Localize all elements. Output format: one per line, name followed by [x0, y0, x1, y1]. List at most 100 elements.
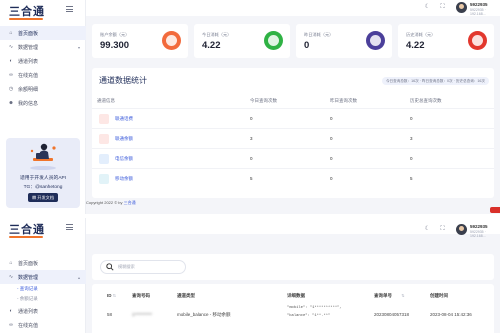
home-icon: ⌂ [9, 30, 13, 36]
docs-button-label: 开发文档 [37, 195, 55, 200]
stat-label: 历史消耗（元） [406, 32, 436, 37]
unicom-logo-icon [99, 114, 109, 124]
dashboard-screenshot: 三合通 ⌂ 首页面板 ∿ 数据管理 ▾ ◐ 通道列表 ∞ 在线充值 ◷ 余额明细… [0, 0, 500, 214]
stat-label: 昨日消耗（元） [304, 32, 334, 37]
menu-toggle-icon[interactable] [66, 224, 73, 230]
stat-label: 今日消耗（元） [202, 32, 232, 37]
logo-underline [9, 236, 43, 238]
docs-button[interactable]: ▩ 开发文档 [28, 193, 58, 202]
cell-detail-line2: "balance": "1**.**" [287, 314, 331, 318]
yesterday-count: 0 [330, 116, 333, 121]
search-bar: 模糊搜索 [92, 254, 494, 280]
link-icon: ∞ [9, 322, 13, 328]
submenu-label: 查询记录 [19, 286, 38, 291]
column-header-type[interactable]: 通道类型 [177, 293, 195, 299]
column-header-id[interactable]: ID ⇅ [107, 293, 116, 298]
logo[interactable]: 三合通 [9, 222, 45, 238]
sidebar-item-home[interactable]: ⌂ 首页面板 [0, 256, 86, 270]
yesterday-count: 0 [330, 176, 333, 181]
clock-icon: ◷ [8, 86, 14, 92]
logo-underline [9, 18, 43, 20]
stat-value: 4.22 [406, 40, 425, 51]
sidebar-item-label: 余额明细 [18, 86, 39, 93]
api-promo-card: 适用于开发人员的API TG：@sanhetong ▩ 开发文档 [6, 138, 80, 208]
search-placeholder: 模糊搜索 [118, 264, 135, 269]
sidebar-item-recharge[interactable]: ∞ 在线充值 [0, 68, 86, 82]
yesterday-count: 0 [330, 156, 333, 161]
column-header-phone[interactable]: 查询号码 [132, 293, 150, 299]
mobile-logo-icon [99, 174, 109, 184]
sidebar-item-channels[interactable]: ◐ 通道列表 [0, 304, 86, 318]
stat-card-today: 今日消耗（元） 4.22 [194, 24, 290, 58]
submenu-item-balance-records[interactable]: - 余额记录 [17, 294, 86, 304]
sidebar-menu: ⌂ 首页面板 ∿ 数据管理 ▴ - 查询记录 - 余额记录 ◐ 通道列表 ∞ 在… [0, 256, 86, 332]
promo-contact: TG：@sanhetong [23, 185, 63, 190]
stat-card-yesterday: 昨日消耗（元） 0 [296, 24, 392, 58]
coin-icon [366, 31, 385, 50]
sidebar-item-label: 数据管理 [18, 44, 39, 51]
logo[interactable]: 三合通 [9, 4, 45, 20]
sidebar-item-label: 首页面板 [18, 260, 39, 267]
sidebar-item-label: 我的信息 [18, 100, 39, 107]
channel-name[interactable]: 联通话费 [115, 116, 133, 122]
table-row: 电信余额 0 0 0 [92, 148, 494, 168]
search-input[interactable]: 模糊搜索 [100, 260, 186, 274]
sidebar-item-data[interactable]: ∿ 数据管理 ▴ [0, 270, 86, 284]
column-header: 今日查询次数 [250, 98, 277, 103]
wallet-icon [162, 31, 181, 50]
logo-text: 三合通 [9, 222, 45, 236]
sidebar-item-label: 通道列表 [18, 308, 39, 315]
table-row: 联通余额 3 0 3 [92, 128, 494, 148]
top-header: ☾ ⛶ 5922935 5922935 · 192.168... [86, 218, 500, 238]
user-name[interactable]: 5922935 [470, 224, 488, 229]
table-row: 联通话费 0 0 0 [92, 108, 494, 128]
submenu-label: 余额记录 [19, 296, 38, 301]
stat-value: 4.22 [202, 40, 221, 51]
sidebar-item-data[interactable]: ∿ 数据管理 ▾ [0, 40, 86, 54]
data-submenu: - 查询记录 - 余额记录 [0, 284, 86, 304]
sidebar-item-label: 首页面板 [18, 30, 39, 37]
column-header-order[interactable]: 查询单号 ⇅ [374, 293, 405, 299]
chevron-up-icon: ▴ [77, 274, 80, 280]
menu-toggle-icon[interactable] [66, 6, 73, 12]
theme-toggle-icon[interactable]: ☾ [423, 3, 432, 12]
user-icon: ☻ [8, 100, 14, 106]
dashboard-icon: ◐ [9, 58, 13, 64]
channel-name[interactable]: 联通余额 [115, 136, 133, 142]
search-icon [106, 263, 114, 271]
channel-name[interactable]: 移动余额 [115, 176, 133, 182]
sidebar-item-channels[interactable]: ◐ 通道列表 [0, 54, 86, 68]
table-row: 移动余额 5 0 5 [92, 168, 494, 188]
column-header-detail[interactable]: 详细数据 [287, 293, 305, 299]
side-tab-marker[interactable] [490, 207, 500, 213]
stat-label: 账户余额（元） [100, 32, 130, 37]
cell-phone: 1********** [132, 312, 153, 317]
channel-name[interactable]: 电信余额 [115, 156, 133, 162]
stat-card-balance: 账户余额（元） 99.300 [92, 24, 188, 58]
today-count: 0 [250, 156, 253, 161]
logo-text: 三合通 [9, 4, 45, 18]
column-header-created[interactable]: 创建时间 [430, 293, 448, 299]
submenu-item-query-records[interactable]: - 查询记录 [17, 284, 86, 294]
sidebar-item-recharge[interactable]: ∞ 在线充值 [0, 318, 86, 332]
panel-title: 通道数据统计 [99, 76, 147, 85]
yesterday-count: 0 [330, 136, 333, 141]
avatar[interactable] [456, 224, 467, 235]
fullscreen-icon[interactable]: ⛶ [438, 3, 447, 12]
user-name[interactable]: 5922935 [470, 2, 488, 7]
footer: Copyright 2022 © by 三合通 [86, 200, 136, 206]
top-header: ☾ ⛶ 5922935 5922935 · 192.168... [86, 0, 500, 16]
chart-icon: ∿ [8, 44, 14, 50]
dashboard-icon: ◐ [9, 308, 13, 314]
sidebar-item-profile[interactable]: ☻ 我的信息 [0, 96, 86, 110]
user-subtitle: 5922935 · 192.168... [470, 230, 486, 238]
link-icon: ∞ [9, 72, 13, 78]
avatar[interactable] [456, 2, 467, 13]
sidebar-item-home[interactable]: ⌂ 首页面板 [0, 26, 86, 40]
total-count: 0 [410, 156, 413, 161]
fullscreen-icon[interactable]: ⛶ [438, 225, 447, 234]
theme-toggle-icon[interactable]: ☾ [423, 225, 432, 234]
stat-value: 99.300 [100, 40, 130, 51]
footer-link[interactable]: 三合通 [124, 200, 136, 205]
sidebar-item-balance[interactable]: ◷ 余额明细 [0, 82, 86, 96]
